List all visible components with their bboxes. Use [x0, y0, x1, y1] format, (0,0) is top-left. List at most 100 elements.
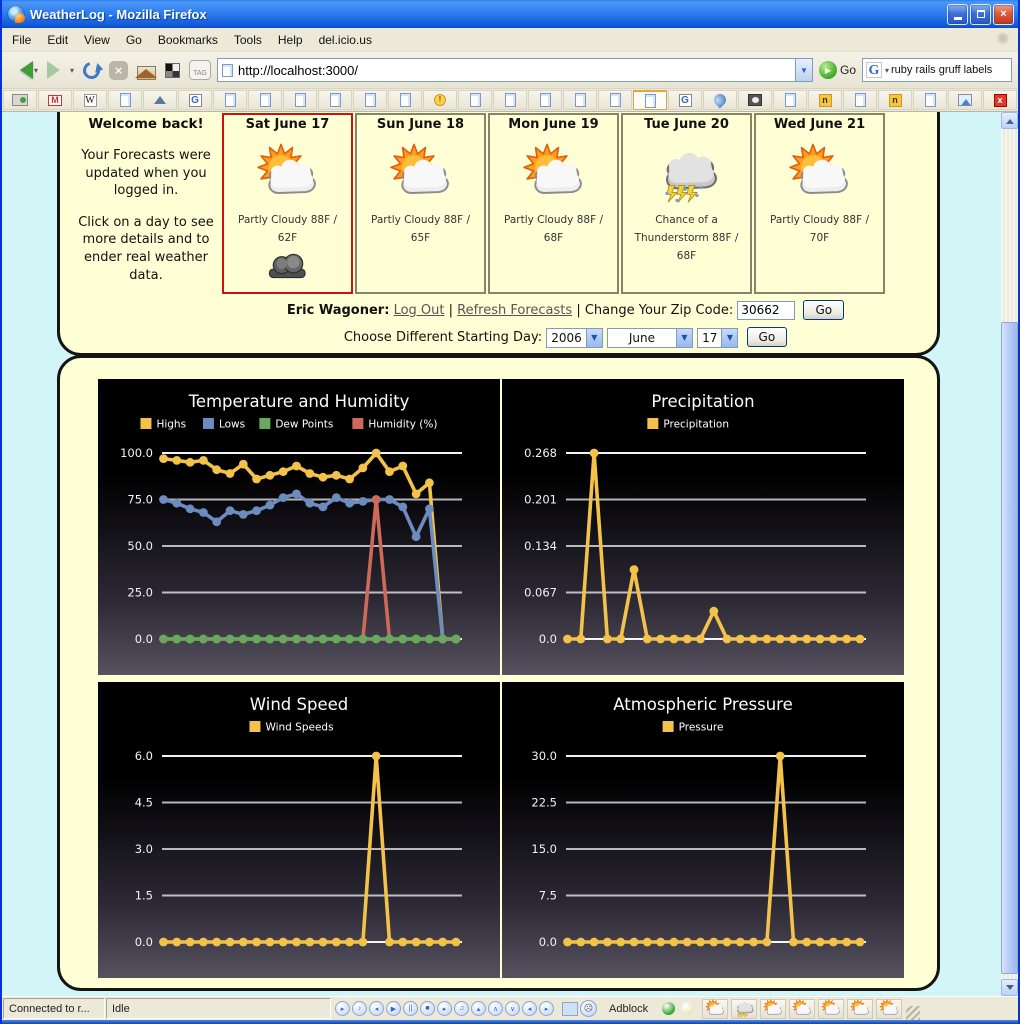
- minimize-button[interactable]: [947, 4, 968, 25]
- bookmark-page-24[interactable]: [843, 90, 877, 110]
- media-button-4[interactable]: ||: [403, 1001, 418, 1016]
- go-button[interactable]: ▶ Go: [816, 61, 859, 79]
- bookmark-page-17[interactable]: [598, 90, 632, 110]
- refresh-forecasts-link[interactable]: Refresh Forecasts: [457, 303, 572, 318]
- indicator-dot-0[interactable]: [662, 1002, 675, 1015]
- tag-button[interactable]: TAG: [186, 55, 214, 85]
- bookmark-page-10[interactable]: [353, 90, 387, 110]
- status-weather-2[interactable]: [760, 999, 786, 1019]
- scrollbar-thumb[interactable]: [1001, 322, 1018, 974]
- logout-link[interactable]: Log Out: [394, 303, 445, 318]
- adblock-label[interactable]: Adblock: [609, 1003, 648, 1015]
- forward-dropdown-icon[interactable]: ▾: [70, 66, 74, 75]
- bookmark-wiki-2[interactable]: W: [73, 90, 107, 110]
- menu-file[interactable]: File: [4, 30, 39, 50]
- url-text[interactable]: http://localhost:3000/: [238, 63, 795, 78]
- month-select[interactable]: June▼: [607, 328, 693, 348]
- status-weather-6[interactable]: [876, 999, 902, 1019]
- status-weather-5[interactable]: [847, 999, 873, 1019]
- status-weather-3[interactable]: [789, 999, 815, 1019]
- scroll-down-button[interactable]: [1001, 979, 1018, 996]
- reload-button[interactable]: [80, 55, 103, 85]
- resize-grip-icon[interactable]: [906, 1006, 920, 1020]
- url-dropdown-button[interactable]: ▼: [795, 59, 812, 81]
- forecast-day-card-4[interactable]: Wed June 21Partly Cloudy 88F / 70F: [754, 113, 885, 294]
- media-button-2[interactable]: ◂: [369, 1001, 384, 1016]
- home-button[interactable]: [134, 55, 159, 85]
- close-button[interactable]: ×: [993, 4, 1014, 25]
- forecast-day-card-3[interactable]: Tue June 20Chance of a Thunderstorm 88F …: [621, 113, 752, 294]
- vertical-scrollbar[interactable]: [1001, 112, 1018, 996]
- bookmark-page-15[interactable]: [528, 90, 562, 110]
- bookmark-delicious-4[interactable]: [143, 90, 177, 110]
- bookmark-page-9[interactable]: [318, 90, 352, 110]
- stop-button[interactable]: ×: [106, 55, 131, 85]
- adblock-status[interactable]: Adblock: [601, 997, 656, 1020]
- zip-code-input[interactable]: [737, 301, 795, 320]
- year-select[interactable]: 2006▼: [546, 328, 603, 348]
- bookmark-page-6[interactable]: [213, 90, 247, 110]
- menu-view[interactable]: View: [76, 30, 118, 50]
- media-button-1[interactable]: ♪: [352, 1001, 367, 1016]
- menu-go[interactable]: Go: [118, 30, 150, 50]
- bookmark-google-19[interactable]: G: [668, 90, 702, 110]
- forecast-day-card-1[interactable]: Sun June 18Partly Cloudy 88F / 65F: [355, 113, 486, 294]
- media-button-8[interactable]: ▴: [471, 1001, 486, 1016]
- sad-face-icon[interactable]: ☹: [580, 1000, 597, 1017]
- menu-edit[interactable]: Edit: [39, 30, 76, 50]
- starting-day-go-button[interactable]: Go: [747, 327, 788, 347]
- media-button-9[interactable]: ∧: [488, 1001, 503, 1016]
- media-button-10[interactable]: ∨: [505, 1001, 520, 1016]
- media-button-0[interactable]: ▸: [335, 1001, 350, 1016]
- zip-go-button[interactable]: Go: [803, 300, 844, 320]
- menu-bookmarks[interactable]: Bookmarks: [150, 30, 226, 50]
- bookmark-coin-12[interactable]: !: [423, 90, 457, 110]
- bookmark-gmail-1[interactable]: M: [38, 90, 72, 110]
- media-button-5[interactable]: ■: [420, 1001, 435, 1016]
- bookmark-close-28[interactable]: x: [983, 90, 1017, 110]
- bookmark-tool-0[interactable]: [3, 90, 37, 110]
- bookmark-page-13[interactable]: [458, 90, 492, 110]
- bookmark-photo-21[interactable]: [738, 90, 772, 110]
- extension-button[interactable]: [162, 55, 183, 85]
- bookmark-page-22[interactable]: [773, 90, 807, 110]
- bookmark-mountain-27[interactable]: [948, 90, 982, 110]
- bookmark-google-5[interactable]: G: [178, 90, 212, 110]
- bookmark-active-18[interactable]: [633, 90, 667, 110]
- bookmark-note-25[interactable]: n: [878, 90, 912, 110]
- menu-help[interactable]: Help: [270, 30, 311, 50]
- bookmark-drupal-20[interactable]: [703, 90, 737, 110]
- bookmark-page-11[interactable]: [388, 90, 422, 110]
- bookmark-page-26[interactable]: [913, 90, 947, 110]
- media-button-6[interactable]: ▸: [437, 1001, 452, 1016]
- back-dropdown-icon[interactable]: ▾: [34, 66, 38, 75]
- forecast-day-card-2[interactable]: Mon June 19Partly Cloudy 88F / 68F: [488, 113, 619, 294]
- window-panel-icon[interactable]: [562, 1002, 578, 1016]
- media-button-11[interactable]: ◂: [522, 1001, 537, 1016]
- menu-tools[interactable]: Tools: [226, 30, 270, 50]
- bookmark-page-14[interactable]: [493, 90, 527, 110]
- media-button-3[interactable]: ▶: [386, 1001, 401, 1016]
- restore-button[interactable]: [970, 4, 991, 25]
- bookmark-note-23[interactable]: n: [808, 90, 842, 110]
- media-button-12[interactable]: ▸: [539, 1001, 554, 1016]
- status-weather-0[interactable]: [702, 999, 728, 1019]
- forward-button[interactable]: ▾: [44, 55, 77, 85]
- bookmark-page-8[interactable]: [283, 90, 317, 110]
- bookmark-page-16[interactable]: [563, 90, 597, 110]
- bookmark-page-3[interactable]: [108, 90, 142, 110]
- url-bar[interactable]: http://localhost:3000/ ▼: [217, 58, 813, 82]
- menu-del-icio-us[interactable]: del.icio.us: [311, 30, 380, 50]
- back-button[interactable]: ▾: [8, 55, 41, 85]
- indicator-dot-1[interactable]: [681, 1002, 694, 1015]
- bookmark-page-7[interactable]: [248, 90, 282, 110]
- day-select[interactable]: 17▼: [697, 328, 738, 348]
- status-weather-4[interactable]: [818, 999, 844, 1019]
- search-engine-dropdown-icon[interactable]: ▾: [885, 66, 889, 75]
- status-weather-1[interactable]: [731, 999, 757, 1019]
- search-input[interactable]: ruby rails gruff labels: [891, 64, 992, 76]
- search-box[interactable]: G ▾ ruby rails gruff labels: [862, 58, 1012, 82]
- media-button-7[interactable]: ♫: [454, 1001, 469, 1016]
- forecast-day-card-0[interactable]: Sat June 17Partly Cloudy 88F / 62F: [222, 113, 353, 294]
- scroll-up-button[interactable]: [1001, 112, 1018, 129]
